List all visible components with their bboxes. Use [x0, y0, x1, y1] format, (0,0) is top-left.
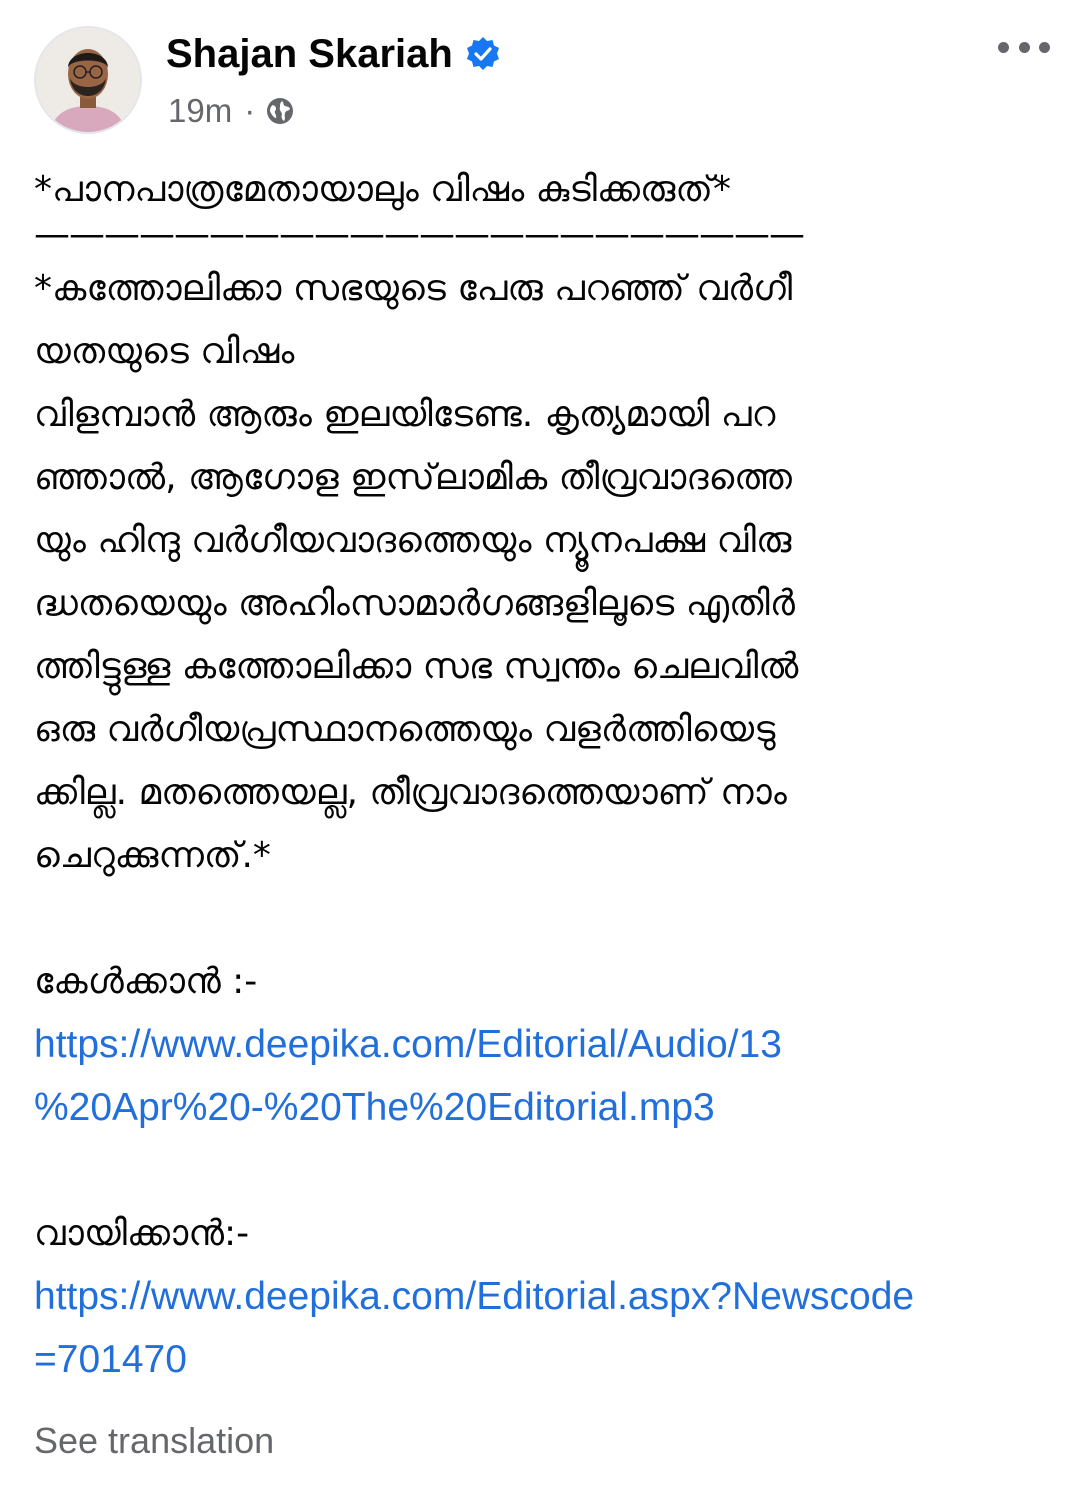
verified-badge-icon — [466, 37, 499, 70]
meta-separator: · — [244, 92, 256, 129]
more-options-button[interactable] — [998, 30, 1050, 64]
post-content: *പാനപാത്രമേതായാലും വിഷം കുടിക്കരുത്* ———… — [34, 158, 1054, 1391]
globe-icon — [267, 98, 294, 124]
text-divider: —————————————————————— — [34, 221, 805, 255]
post-body-text: *കത്തോലിക്കാ സഭയുടെ പേരു പറഞ്ഞ് വർഗീ യതയ… — [34, 268, 799, 876]
see-translation-link[interactable]: See translation — [34, 1420, 274, 1462]
listen-label: കേൾക്കാൻ :- — [34, 961, 258, 1002]
author-row: Shajan Skariah — [166, 28, 501, 80]
avatar[interactable] — [34, 26, 142, 134]
author-name[interactable]: Shajan Skariah — [166, 32, 453, 77]
article-link[interactable]: https://www.deepika.com/Editorial.aspx?N… — [34, 1265, 1054, 1391]
post-timestamp[interactable]: 19m — [168, 92, 232, 130]
post-meta: 19m · — [168, 90, 295, 132]
post-title-line: *പാനപാത്രമേതായാലും വിഷം കുടിക്കരുത്* — [34, 169, 731, 210]
profile-photo — [36, 28, 140, 132]
read-label: വായിക്കാൻ:- — [34, 1213, 250, 1254]
facebook-post: Shajan Skariah 19m · *പാനപാത്രമേതായാലും … — [0, 0, 1080, 1498]
more-options-icon-dot — [1018, 41, 1030, 53]
audio-link[interactable]: https://www.deepika.com/Editorial/Audio/… — [34, 1013, 1054, 1139]
more-options-icon-dot — [1039, 41, 1050, 53]
more-options-icon-dot — [998, 41, 1009, 53]
